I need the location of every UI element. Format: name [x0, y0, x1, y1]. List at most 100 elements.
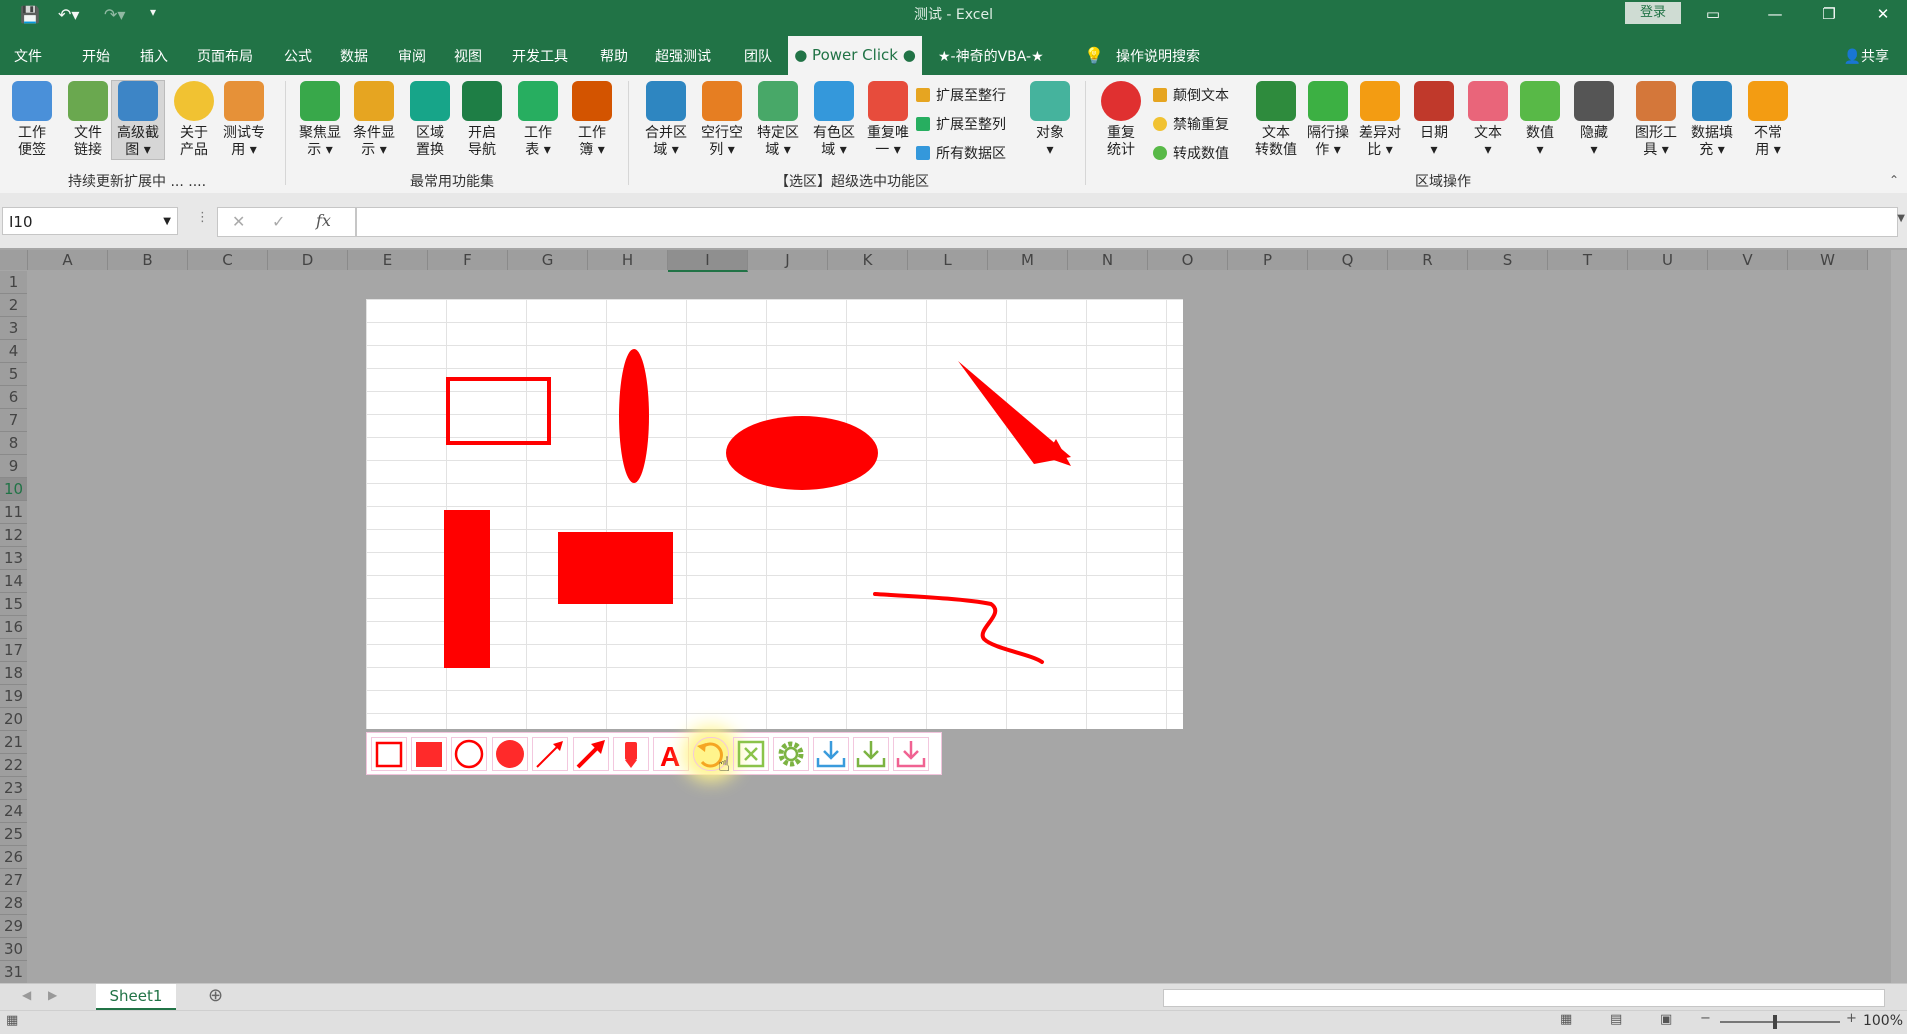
- row-header[interactable]: 12: [0, 524, 27, 547]
- tab-power-click[interactable]: ● Power Click ●: [788, 36, 922, 75]
- vertical-scrollbar[interactable]: [1891, 250, 1907, 983]
- rect-fill-tool[interactable]: [411, 737, 447, 771]
- column-header[interactable]: F: [428, 250, 508, 270]
- row-header[interactable]: 19: [0, 685, 27, 708]
- arrow-bold-tool[interactable]: [573, 737, 609, 771]
- column-header[interactable]: R: [1388, 250, 1468, 270]
- circle-outline-tool[interactable]: [451, 737, 487, 771]
- column-header[interactable]: K: [828, 250, 908, 270]
- login-button[interactable]: 登录: [1625, 2, 1681, 24]
- row-header[interactable]: 26: [0, 846, 27, 869]
- share-button[interactable]: 👤共享: [1844, 46, 1889, 66]
- ribbon-button-12[interactable]: 空行空列 ▾: [696, 81, 748, 159]
- ribbon-button-22[interactable]: 文本 ▾: [1462, 81, 1514, 159]
- column-header[interactable]: Q: [1308, 250, 1388, 270]
- fx-icon[interactable]: fx: [316, 211, 331, 230]
- rect-outline-tool[interactable]: [371, 737, 407, 771]
- arrow-thin-tool[interactable]: [532, 737, 568, 771]
- namebox-dropdown-icon[interactable]: ▼: [163, 208, 171, 236]
- row-header[interactable]: 7: [0, 409, 27, 432]
- drawing-canvas[interactable]: [366, 299, 1183, 729]
- minimize-icon[interactable]: —: [1752, 2, 1798, 26]
- column-header[interactable]: I: [668, 250, 748, 272]
- tab-1[interactable]: 开始: [82, 46, 110, 66]
- all-data-item[interactable]: 所有数据区: [916, 143, 1006, 163]
- marker-tool[interactable]: [613, 737, 649, 771]
- row-header[interactable]: 5: [0, 363, 27, 386]
- row-header[interactable]: 14: [0, 570, 27, 593]
- expand-row-item[interactable]: 扩展至整行: [916, 85, 1006, 105]
- ribbon-button-23[interactable]: 数值 ▾: [1514, 81, 1566, 159]
- macro-record-icon[interactable]: ▦: [6, 1013, 18, 1028]
- ribbon-button-16[interactable]: 对象 ▾: [1024, 81, 1076, 159]
- ribbon-button-27[interactable]: 不常用 ▾: [1742, 81, 1794, 159]
- row-header[interactable]: 15: [0, 593, 27, 616]
- ribbon-button-5[interactable]: 聚焦显示 ▾: [294, 81, 346, 159]
- download-blue-tool[interactable]: [813, 737, 849, 771]
- tab-2[interactable]: 插入: [140, 46, 168, 66]
- ribbon-button-18[interactable]: 文本 转数值: [1250, 81, 1302, 159]
- row-header[interactable]: 17: [0, 639, 27, 662]
- tab-8[interactable]: 开发工具: [512, 46, 568, 66]
- tab-9[interactable]: 帮助: [600, 46, 628, 66]
- row-header[interactable]: 3: [0, 317, 27, 340]
- normal-view-icon[interactable]: ▦: [1560, 1012, 1572, 1027]
- sheet-tab-sheet1[interactable]: Sheet1: [96, 984, 176, 1010]
- column-header[interactable]: H: [588, 250, 668, 270]
- tab-11[interactable]: 团队: [744, 46, 772, 66]
- expand-formula-icon[interactable]: ▼: [1897, 213, 1905, 224]
- ribbon-button-9[interactable]: 工作表 ▾: [512, 81, 564, 159]
- horizontal-scrollbar[interactable]: [1163, 989, 1885, 1007]
- zoom-out-icon[interactable]: −: [1700, 1011, 1711, 1026]
- circle-fill-tool[interactable]: [492, 737, 528, 771]
- row-header[interactable]: 25: [0, 823, 27, 846]
- clear-tool[interactable]: [733, 737, 769, 771]
- row-header[interactable]: 9: [0, 455, 27, 478]
- tab-7[interactable]: 视图: [454, 46, 482, 66]
- zoom-slider[interactable]: [1720, 1021, 1840, 1023]
- row-header[interactable]: 8: [0, 432, 27, 455]
- column-header[interactable]: D: [268, 250, 348, 270]
- ribbon-button-0[interactable]: 工作 便签: [6, 81, 58, 159]
- settings-tool[interactable]: [773, 737, 809, 771]
- ribbon-button-21[interactable]: 日期 ▾: [1408, 81, 1460, 159]
- row-header[interactable]: 6: [0, 386, 27, 409]
- column-header[interactable]: P: [1228, 250, 1308, 270]
- to-number-item[interactable]: 转成数值: [1153, 143, 1229, 163]
- tab-5[interactable]: 数据: [340, 46, 368, 66]
- column-header[interactable]: B: [108, 250, 188, 270]
- column-header[interactable]: N: [1068, 250, 1148, 270]
- maximize-icon[interactable]: ❐: [1806, 2, 1852, 26]
- row-header[interactable]: 24: [0, 800, 27, 823]
- ribbon-button-25[interactable]: 图形工具 ▾: [1630, 81, 1682, 159]
- cancel-icon[interactable]: ✕: [232, 212, 245, 231]
- column-header[interactable]: L: [908, 250, 988, 270]
- tab-12[interactable]: ★-神奇的VBA-★: [938, 46, 1044, 66]
- collapse-ribbon-icon[interactable]: ⌃: [1889, 173, 1899, 187]
- ribbon-button-20[interactable]: 差异对比 ▾: [1354, 81, 1406, 159]
- row-header[interactable]: 18: [0, 662, 27, 685]
- ribbon-button-14[interactable]: 有色区域 ▾: [808, 81, 860, 159]
- column-header[interactable]: G: [508, 250, 588, 270]
- row-header[interactable]: 22: [0, 754, 27, 777]
- zoom-in-icon[interactable]: +: [1846, 1011, 1857, 1026]
- row-header[interactable]: 10: [0, 478, 27, 501]
- text-tool[interactable]: A: [653, 737, 689, 772]
- ribbon-button-26[interactable]: 数据填充 ▾: [1686, 81, 1738, 159]
- column-header[interactable]: E: [348, 250, 428, 270]
- reverse-text-item[interactable]: 颠倒文本: [1153, 85, 1229, 105]
- enter-icon[interactable]: ✓: [272, 212, 285, 231]
- expand-col-item[interactable]: 扩展至整列: [916, 114, 1006, 134]
- ribbon-button-1[interactable]: 文件 链接: [62, 81, 114, 159]
- ribbon-button-7[interactable]: 区域 置换: [404, 81, 456, 159]
- row-header[interactable]: 30: [0, 938, 27, 961]
- zoom-level[interactable]: 100%: [1863, 1013, 1903, 1029]
- tab-10[interactable]: 超强测试: [655, 46, 711, 66]
- row-header[interactable]: 21: [0, 731, 27, 754]
- ribbon-button-6[interactable]: 条件显示 ▾: [348, 81, 400, 159]
- row-header[interactable]: 28: [0, 892, 27, 915]
- row-header[interactable]: 20: [0, 708, 27, 731]
- column-header[interactable]: C: [188, 250, 268, 270]
- select-all-corner[interactable]: [0, 250, 28, 270]
- close-icon[interactable]: ✕: [1860, 2, 1906, 26]
